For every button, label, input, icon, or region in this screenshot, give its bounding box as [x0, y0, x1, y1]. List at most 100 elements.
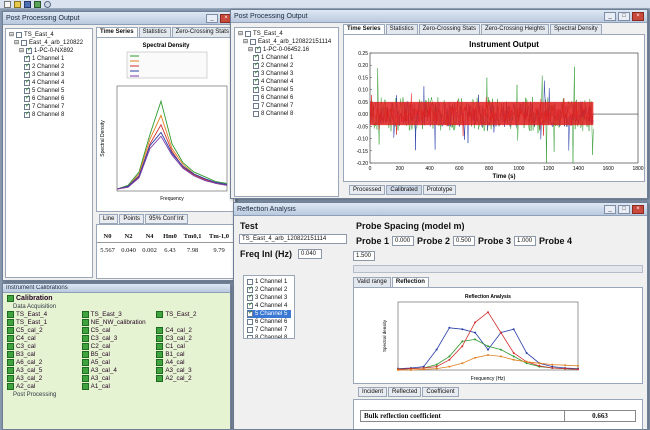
- expand-icon[interactable]: ⊟: [19, 47, 24, 55]
- catalog-item[interactable]: B3_cal: [7, 351, 79, 358]
- new-icon[interactable]: [4, 1, 11, 8]
- catalog-item[interactable]: TS_East_2: [156, 311, 228, 318]
- catalog-item[interactable]: A3_cal_5: [7, 367, 79, 374]
- checkbox[interactable]: [247, 327, 253, 333]
- channel-item[interactable]: 3 Channel 3: [247, 293, 291, 302]
- window-3-bottom-tab-1[interactable]: Incident: [358, 387, 388, 397]
- window-2-titlebar[interactable]: Post Processing Output _ □ ×: [231, 10, 647, 23]
- window-1-titlebar[interactable]: Post Processing Output _ ×: [3, 12, 235, 25]
- catalog-item[interactable]: A5_cal: [81, 359, 154, 366]
- tree-item[interactable]: 6 Channel 6: [9, 94, 89, 103]
- window-1-tab-1[interactable]: Time Series: [96, 27, 138, 37]
- catalog-item[interactable]: NE_NW_calibration: [81, 319, 154, 326]
- tree-item[interactable]: ⊟ TS_East_4: [238, 30, 335, 38]
- probe-4-input[interactable]: 1.500: [353, 251, 375, 261]
- window-3-bottom-tab-3[interactable]: Coefficient: [422, 387, 459, 397]
- probe-3-input[interactable]: 1.000: [514, 236, 537, 246]
- checkbox[interactable]: [16, 32, 23, 38]
- save-icon[interactable]: [24, 1, 31, 8]
- catalog-item[interactable]: TS_East_4: [7, 311, 79, 318]
- tree-item[interactable]: 6 Channel 6: [238, 94, 335, 102]
- expand-icon[interactable]: ⊟: [9, 31, 14, 39]
- tree-item[interactable]: 8 Channel 8: [9, 110, 89, 119]
- channel-item[interactable]: 8 Channel 8: [247, 334, 291, 338]
- catalog-item[interactable]: B1_cal: [156, 351, 228, 358]
- catalog-item[interactable]: A3_cal_4: [81, 367, 154, 374]
- close-icon[interactable]: ×: [632, 11, 644, 21]
- tree-item[interactable]: 5 Channel 5: [9, 86, 89, 95]
- checkbox[interactable]: [247, 335, 253, 338]
- window-3-tab-2[interactable]: Reflection: [391, 277, 429, 287]
- minimize-icon[interactable]: _: [604, 11, 616, 21]
- catalog-item[interactable]: A2_cal: [7, 383, 79, 390]
- close-icon[interactable]: ×: [632, 204, 644, 214]
- checkbox[interactable]: [253, 111, 259, 117]
- expand-icon[interactable]: ⊟: [238, 30, 243, 38]
- window-1-bottom-tab-1[interactable]: Line: [99, 214, 119, 224]
- catalog-item[interactable]: A3_cal: [81, 375, 154, 382]
- catalog-item[interactable]: TS_East_1: [7, 319, 79, 326]
- catalog-item[interactable]: B5_cal: [81, 351, 154, 358]
- tree-item[interactable]: 7 Channel 7: [238, 102, 335, 110]
- minimize-icon[interactable]: _: [206, 13, 218, 23]
- tree-item[interactable]: 5 Channel 5: [238, 85, 335, 94]
- run-icon[interactable]: [34, 1, 41, 8]
- tree-item[interactable]: 4 Channel 4: [9, 78, 89, 87]
- catalog-item[interactable]: C2_cal: [81, 343, 154, 350]
- tree-item[interactable]: 1 Channel 1: [238, 53, 335, 62]
- expand-icon[interactable]: ⊟: [243, 38, 248, 46]
- window-2-tab-1[interactable]: Time Series: [343, 24, 385, 34]
- tree-item[interactable]: 3 Channel 3: [238, 69, 335, 78]
- catalog-item[interactable]: C3_cal_2: [156, 335, 228, 342]
- open-icon[interactable]: [14, 1, 21, 8]
- channel-item[interactable]: 4 Channel 4: [247, 301, 291, 310]
- catalog-item[interactable]: A2_cal_2: [156, 375, 228, 382]
- probe-1-input[interactable]: 0.000: [392, 236, 415, 246]
- channel-item[interactable]: 6 Channel 6: [247, 318, 291, 326]
- tree-item[interactable]: ⊟ East_4_arb_120822: [9, 39, 89, 47]
- window-2-tab-2[interactable]: Statistics: [385, 24, 418, 34]
- catalog-item[interactable]: C5_cal_2: [7, 327, 79, 334]
- tree-item[interactable]: 3 Channel 3: [9, 70, 89, 79]
- tree-item[interactable]: 7 Channel 7: [9, 102, 89, 111]
- catalog-item[interactable]: C3_cal: [7, 343, 79, 350]
- window-3-bottom-tab-2[interactable]: Reflected: [388, 387, 422, 397]
- channel-item[interactable]: 5 Channel 5: [247, 309, 291, 318]
- catalog-item[interactable]: A3_cal_3: [156, 367, 228, 374]
- checkbox[interactable]: [247, 319, 253, 325]
- catalog-item[interactable]: C1_cal: [156, 343, 228, 350]
- catalog-item[interactable]: A6_cal_2: [7, 359, 79, 366]
- window-1-tab-3[interactable]: Zero-Crossing Stats: [171, 27, 233, 37]
- catalog-item[interactable]: TS_East_3: [81, 311, 154, 318]
- catalog-item[interactable]: C4_cal: [7, 335, 79, 342]
- window-1-bottom-tab-3[interactable]: 95% Conf Int: [145, 214, 188, 224]
- tree-item[interactable]: ⊟ 1-PC-0-NX892: [9, 46, 89, 55]
- tree-item[interactable]: ⊟ TS_East_4: [9, 31, 89, 39]
- channel-item[interactable]: 7 Channel 7: [247, 326, 291, 334]
- help-icon[interactable]: [44, 1, 51, 8]
- checkbox[interactable]: [253, 85, 259, 93]
- window-2-bottom-tab-3[interactable]: Prototype: [422, 185, 457, 195]
- probe-2-input[interactable]: 0.500: [453, 236, 476, 246]
- catalog-item[interactable]: A4_cal: [156, 359, 228, 366]
- window-3-tab-1[interactable]: Valid range: [353, 277, 391, 287]
- calibration-item[interactable]: Calibration: [7, 295, 228, 302]
- checkbox[interactable]: [253, 103, 259, 109]
- checkbox[interactable]: [247, 309, 253, 317]
- catalog-item[interactable]: C3_cal_3: [81, 335, 154, 342]
- tree-item[interactable]: 2 Channel 2: [9, 62, 89, 71]
- tree-item[interactable]: ⊟ 1-PC-0-06452.16: [238, 45, 335, 54]
- catalog-item[interactable]: A3_cal_2: [7, 375, 79, 382]
- catalog-item[interactable]: C5_cal: [81, 327, 154, 334]
- freq-input[interactable]: 0.040: [298, 249, 322, 259]
- test-select[interactable]: TS_East_4_arb_120822151114: [239, 234, 347, 244]
- tree-item[interactable]: 4 Channel 4: [238, 77, 335, 86]
- checkbox[interactable]: [24, 110, 30, 118]
- channel-item[interactable]: 2 Channel 2: [247, 285, 291, 294]
- tree-item[interactable]: 8 Channel 8: [238, 110, 335, 118]
- checkbox[interactable]: [245, 31, 252, 37]
- window-2-tab-4[interactable]: Zero-Crossing Heights: [480, 24, 549, 34]
- window-2-tab-5[interactable]: Spectral Density: [549, 24, 602, 34]
- window-2-bottom-tab-1[interactable]: Processed: [349, 185, 386, 195]
- window-3-titlebar[interactable]: Reflection Analysis _ □ ×: [234, 203, 647, 216]
